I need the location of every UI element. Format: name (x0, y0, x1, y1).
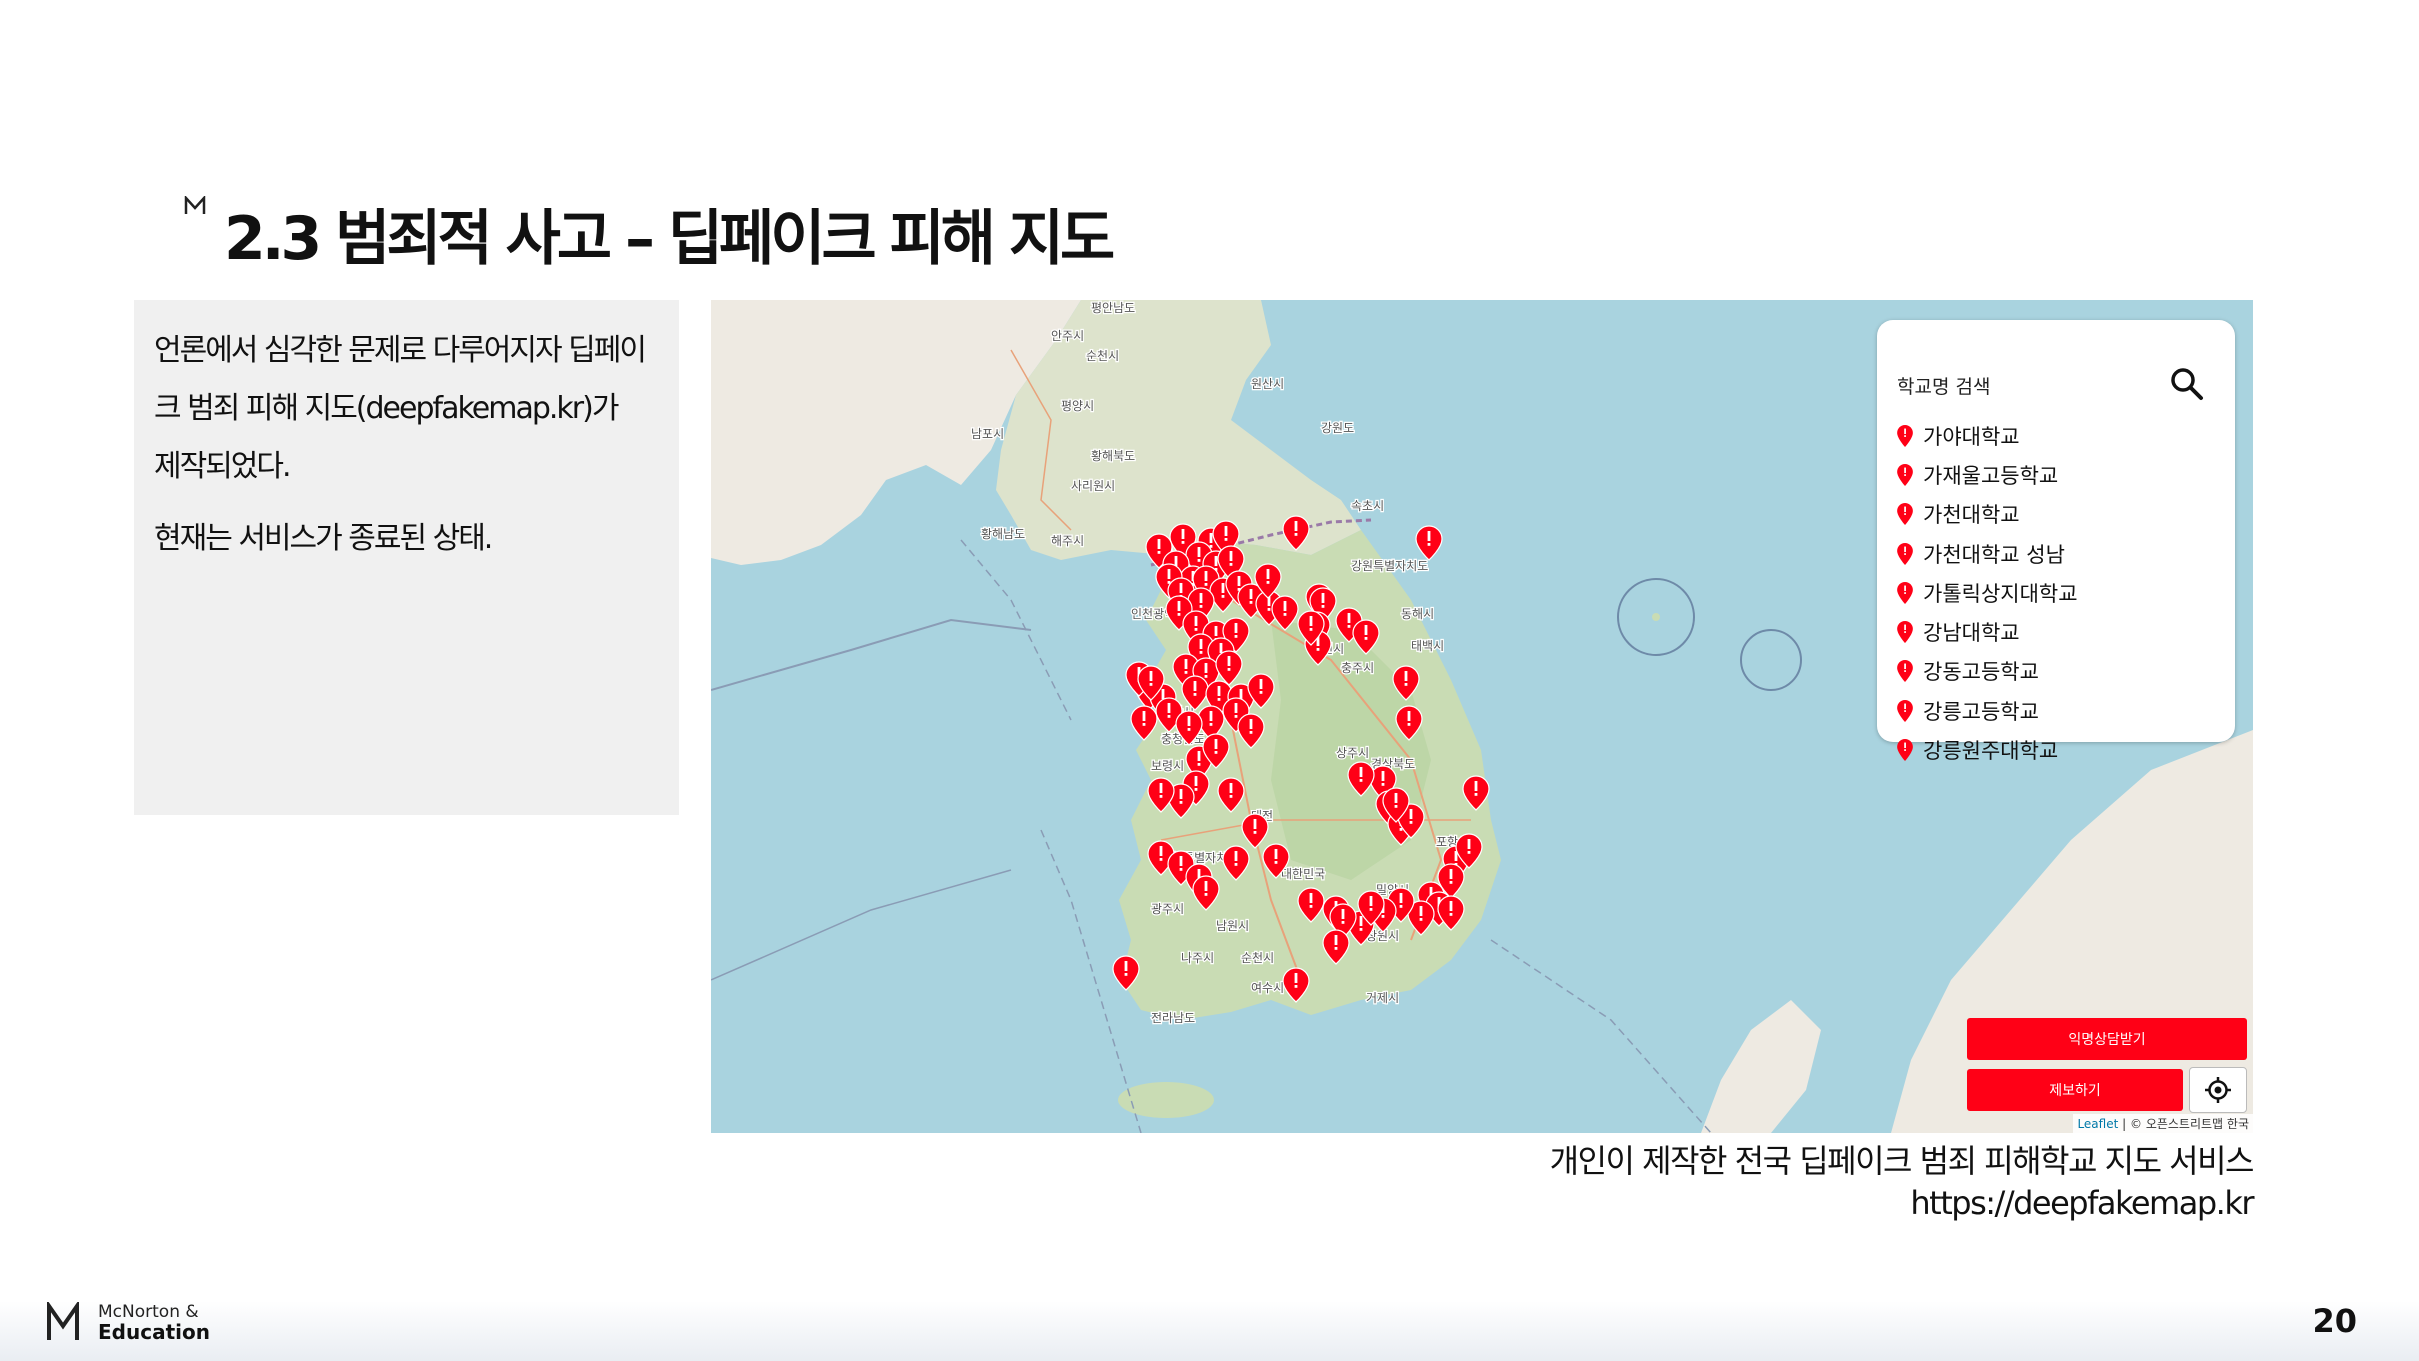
caption-url: https://deepfakemap.kr (1910, 1184, 2254, 1222)
map-pin-icon[interactable] (1192, 875, 1220, 911)
map-pin-icon[interactable] (1352, 619, 1380, 655)
page-number: 20 (2312, 1302, 2357, 1340)
school-name: 강동고등학교 (1923, 660, 2039, 685)
map-pin-icon[interactable] (1347, 761, 1375, 797)
school-name: 강릉원주대학교 (1923, 739, 2059, 764)
body-line-3: 제작되었다. (154, 449, 292, 484)
map-pin-icon[interactable] (1241, 813, 1269, 849)
school-search-panel: 학교명 검색 가야대학교 가재울고등학교 가천대학교 가천대학교 성남 가톨릭상… (1877, 320, 2235, 763)
map-pin-icon (1897, 424, 1913, 447)
map-pin-icon (1897, 581, 1913, 604)
map-pin-icon (1897, 463, 1913, 486)
map-pin-icon[interactable] (1395, 705, 1423, 741)
school-search-label: 학교명 검색 (1897, 376, 1991, 398)
brand-logo-icon (47, 1302, 79, 1340)
map-pin-icon[interactable] (1215, 650, 1243, 686)
brand-name: McNorton & Education (98, 1302, 210, 1342)
report-button[interactable]: 제보하기 (1967, 1069, 2183, 1111)
map-pin-icon[interactable] (1437, 895, 1465, 931)
map-pin-icon (1897, 699, 1913, 722)
map-pin-icon (1897, 542, 1913, 565)
body-line-1: 언론에서 심각한 문제로 다루어지자 딥페이 (154, 333, 647, 368)
osm-attribution: | © 오픈스트리트맵 한국 (2122, 1117, 2249, 1131)
crosshair-location-icon (2205, 1077, 2231, 1103)
school-name: 가천대학교 (1923, 503, 2020, 528)
map-pin-icon[interactable] (1415, 525, 1443, 561)
leaflet-link[interactable]: Leaflet (2077, 1117, 2118, 1131)
school-name: 가야대학교 (1923, 424, 2020, 449)
footer-gradient (0, 1301, 2419, 1361)
my-location-button[interactable] (2189, 1067, 2247, 1113)
map-pin-icon[interactable] (1237, 713, 1265, 749)
brand-line-2: Education (98, 1320, 210, 1344)
page-title: 2.3 범죄적 사고 – 딥페이크 피해 지도 (224, 204, 1115, 274)
map-pin-icon[interactable] (1130, 705, 1158, 741)
map-pin-icon[interactable] (1217, 777, 1245, 813)
brand-line-1: McNorton & (98, 1302, 199, 1322)
map-pin-icon (1897, 660, 1913, 683)
school-name: 가천대학교 성남 (1923, 542, 2065, 567)
school-list-item[interactable]: 가톨릭상지대학교 (1897, 573, 2078, 612)
school-list: 가야대학교 가재울고등학교 가천대학교 가천대학교 성남 가톨릭상지대학교 강남… (1897, 416, 2078, 770)
map-pin-icon[interactable] (1297, 887, 1325, 923)
map-pin-icon (1897, 739, 1913, 762)
anonymous-counsel-button[interactable]: 익명상담받기 (1967, 1018, 2247, 1060)
school-list-item[interactable]: 가천대학교 (1897, 495, 2078, 534)
school-list-item[interactable]: 강남대학교 (1897, 612, 2078, 651)
school-list-item[interactable]: 강동고등학교 (1897, 652, 2078, 691)
school-list-item[interactable]: 가재울고등학교 (1897, 455, 2078, 494)
school-list-item[interactable]: 가천대학교 성남 (1897, 534, 2078, 573)
search-icon[interactable] (2169, 366, 2205, 402)
deepfake-map[interactable]: 평안남도 안주시 순천시 원산시 평양시 남포시 황해북도 강원도 사리원시 황해남도 해주시 속초시… (711, 300, 2253, 1133)
map-pin-icon[interactable] (1262, 843, 1290, 879)
map-pin-icon (1897, 621, 1913, 644)
body-line-4: 현재는 서비스가 종료된 상태. (154, 521, 493, 556)
school-name: 강릉고등학교 (1923, 699, 2039, 724)
map-caption: 개인이 제작한 전국 딥페이크 범죄 피해학교 지도 서비스 https://d… (1549, 1140, 2255, 1224)
map-pin-icon[interactable] (1222, 845, 1250, 881)
map-pin-icon[interactable] (1181, 675, 1209, 711)
map-pin-icon (1897, 503, 1913, 526)
map-attribution: Leaflet | © 오픈스트리트맵 한국 (2073, 1114, 2253, 1133)
caption-line-1: 개인이 제작한 전국 딥페이크 범죄 피해학교 지도 서비스 (1549, 1142, 2255, 1180)
description-box: 언론에서 심각한 문제로 다루어지자 딥페이 크 범죄 피해 지도(deepfa… (134, 300, 679, 815)
school-list-item[interactable]: 강릉원주대학교 (1897, 730, 2078, 769)
school-list-item[interactable]: 강릉고등학교 (1897, 691, 2078, 730)
map-pin-icon[interactable] (1282, 515, 1310, 551)
map-pin-icon[interactable] (1112, 955, 1140, 991)
map-pin-icon[interactable] (1322, 929, 1350, 965)
map-pin-icon[interactable] (1271, 595, 1299, 631)
map-pin-icon[interactable] (1175, 710, 1203, 746)
map-pin-icon[interactable] (1147, 777, 1175, 813)
body-line-2: 크 범죄 피해 지도(deepfakemap.kr)가 (154, 391, 619, 426)
school-list-item[interactable]: 가야대학교 (1897, 416, 2078, 455)
map-pin-icon[interactable] (1392, 665, 1420, 701)
map-pin-icon[interactable] (1462, 775, 1490, 811)
school-name: 가재울고등학교 (1923, 463, 2059, 488)
school-name: 가톨릭상지대학교 (1923, 581, 2078, 606)
map-pin-icon[interactable] (1282, 967, 1310, 1003)
brand-logo-icon (184, 196, 206, 214)
school-name: 강남대학교 (1923, 621, 2020, 646)
